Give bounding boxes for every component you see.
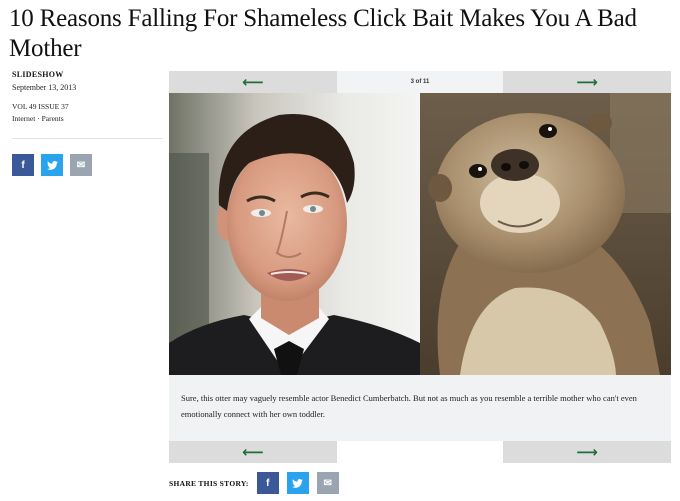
slideshow-top-nav: ⟵ 3 of 11 ⟶ xyxy=(169,71,671,93)
article-meta: SLIDESHOW September 13, 2013 VOL 49 ISSU… xyxy=(12,70,162,124)
next-slide-button[interactable]: ⟶ xyxy=(503,71,671,93)
arrow-right-icon: ⟶ xyxy=(576,442,598,461)
otter-portrait-photo xyxy=(420,93,671,375)
article-headline: 10 Reasons Falling For Shameless Click B… xyxy=(9,5,637,62)
article-date: September 13, 2013 xyxy=(12,83,77,92)
sidebar-social-buttons: f ✉ xyxy=(12,154,92,176)
facebook-share-button-bottom[interactable]: f xyxy=(256,472,279,494)
arrow-right-icon: ⟶ xyxy=(576,72,598,91)
article-kicker[interactable]: SLIDESHOW xyxy=(12,70,162,80)
email-share-button-bottom[interactable]: ✉ xyxy=(316,472,339,494)
slideshow-bottom-nav: ⟵ ⟶ xyxy=(169,441,671,463)
email-icon: ✉ xyxy=(323,477,332,489)
twitter-icon xyxy=(292,478,304,488)
share-label: SHARE THIS STORY: xyxy=(169,478,249,488)
slide-caption: Sure, this otter may vaguely resemble ac… xyxy=(181,393,637,419)
issue-volume: VOL 49 ISSUE 37 xyxy=(12,102,69,111)
man-portrait-photo xyxy=(169,93,420,375)
arrow-left-icon: ⟵ xyxy=(242,442,264,461)
slide-counter: 3 of 11 xyxy=(337,71,503,93)
meta-divider xyxy=(12,138,163,139)
twitter-icon xyxy=(46,160,58,170)
email-icon: ✉ xyxy=(76,159,86,171)
arrow-left-icon: ⟵ xyxy=(242,72,264,91)
next-slide-button-bottom[interactable]: ⟶ xyxy=(503,441,671,463)
email-share-button[interactable]: ✉ xyxy=(70,154,92,176)
facebook-share-button[interactable]: f xyxy=(12,154,34,176)
previous-slide-button-bottom[interactable]: ⟵ xyxy=(169,441,337,463)
previous-slide-button[interactable]: ⟵ xyxy=(169,71,337,93)
twitter-share-button[interactable] xyxy=(41,154,63,176)
share-story-bar: SHARE THIS STORY: f ✉ xyxy=(169,472,339,494)
slide-caption-box: Sure, this otter may vaguely resemble ac… xyxy=(169,375,671,441)
nav-spacer xyxy=(337,441,503,463)
article-tags[interactable]: Internet · Parents xyxy=(12,114,162,124)
facebook-icon: f xyxy=(21,159,25,171)
twitter-share-button-bottom[interactable] xyxy=(286,472,309,494)
facebook-icon: f xyxy=(266,477,270,489)
